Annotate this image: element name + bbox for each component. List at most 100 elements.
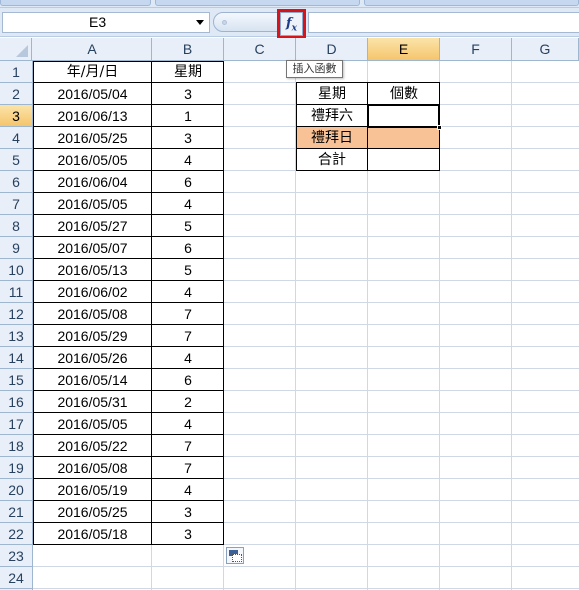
paste-options-icon[interactable]: [226, 547, 244, 564]
row-header-2[interactable]: 2: [0, 83, 32, 105]
fill-handle[interactable]: [437, 125, 442, 130]
row-header-15[interactable]: 15: [0, 369, 32, 391]
column-header-g[interactable]: G: [512, 38, 579, 60]
summary-row-label[interactable]: 禮拜日: [296, 127, 368, 149]
table-row-date[interactable]: 2016/05/19: [33, 479, 152, 501]
row-header-22[interactable]: 22: [0, 523, 32, 545]
table-row-date[interactable]: 2016/05/18: [33, 523, 152, 545]
table-row-weekday[interactable]: 6: [152, 369, 224, 391]
row-header-3[interactable]: 3: [0, 105, 32, 127]
row-header-17[interactable]: 17: [0, 413, 32, 435]
row-header-24[interactable]: 24: [0, 567, 32, 589]
ribbon-group-2[interactable]: [155, 0, 360, 6]
table-row-date[interactable]: 2016/05/13: [33, 259, 152, 281]
select-all-button[interactable]: [0, 38, 32, 60]
table-row-weekday[interactable]: 7: [152, 457, 224, 479]
table-row-date[interactable]: 2016/05/26: [33, 347, 152, 369]
table-row-weekday[interactable]: 4: [152, 347, 224, 369]
table-row-weekday[interactable]: 3: [152, 523, 224, 545]
table-row-weekday[interactable]: 3: [152, 127, 224, 149]
summary-header-weekday[interactable]: 星期: [296, 83, 368, 105]
row-header-8[interactable]: 8: [0, 215, 32, 237]
table-row-weekday[interactable]: 5: [152, 215, 224, 237]
summary-row-count[interactable]: [368, 127, 440, 149]
table-row-weekday[interactable]: 2: [152, 391, 224, 413]
table-row-weekday[interactable]: 4: [152, 149, 224, 171]
row-header-13[interactable]: 13: [0, 325, 32, 347]
insert-function-button[interactable]: fx: [280, 12, 303, 36]
table-row-date[interactable]: 2016/05/29: [33, 325, 152, 347]
column-header-a[interactable]: A: [33, 38, 152, 60]
summary-row-label[interactable]: 禮拜六: [296, 105, 368, 127]
table-row-date[interactable]: 2016/06/04: [33, 171, 152, 193]
column-header-d[interactable]: D: [296, 38, 368, 60]
grip-icon: [222, 20, 227, 25]
table-row-weekday[interactable]: 4: [152, 281, 224, 303]
gridline: [33, 566, 579, 567]
name-box[interactable]: E3: [2, 12, 210, 33]
ribbon-group-3[interactable]: [364, 0, 579, 6]
row-header-21[interactable]: 21: [0, 501, 32, 523]
table-row-date[interactable]: 2016/05/31: [33, 391, 152, 413]
table-row-weekday[interactable]: 1: [152, 105, 224, 127]
active-cell-E3[interactable]: [367, 104, 440, 128]
row-header-18[interactable]: 18: [0, 435, 32, 457]
row-header-4[interactable]: 4: [0, 127, 32, 149]
ribbon-group-1[interactable]: [0, 0, 151, 6]
table-row-weekday[interactable]: 5: [152, 259, 224, 281]
row-header-6[interactable]: 6: [0, 171, 32, 193]
table-row-weekday[interactable]: 4: [152, 193, 224, 215]
summary-total-value[interactable]: [368, 149, 440, 171]
cell-border: [33, 126, 224, 127]
row-header-20[interactable]: 20: [0, 479, 32, 501]
chevron-down-icon[interactable]: [196, 20, 204, 25]
table-row-date[interactable]: 2016/05/08: [33, 457, 152, 479]
row-header-7[interactable]: 7: [0, 193, 32, 215]
table-row-date[interactable]: 2016/05/14: [33, 369, 152, 391]
worksheet-grid[interactable]: 年/月/日 星期 2016/05/04 3 2016/06/13 1 2016/05/25 3…: [33, 61, 579, 590]
row-header-10[interactable]: 10: [0, 259, 32, 281]
row-header-1[interactable]: 1: [0, 61, 32, 83]
row-header-5[interactable]: 5: [0, 149, 32, 171]
table-row-date[interactable]: 2016/05/05: [33, 193, 152, 215]
table-row-weekday[interactable]: 3: [152, 83, 224, 105]
cell-border: [33, 148, 224, 149]
table-row-date[interactable]: 2016/05/04: [33, 83, 152, 105]
row-header-9[interactable]: 9: [0, 237, 32, 259]
table-row-date[interactable]: 2016/05/07: [33, 237, 152, 259]
table-row-weekday[interactable]: 7: [152, 325, 224, 347]
table-row-weekday[interactable]: 6: [152, 171, 224, 193]
summary-header-count[interactable]: 個數: [368, 83, 440, 105]
row-header-12[interactable]: 12: [0, 303, 32, 325]
column-header-e[interactable]: E: [368, 38, 440, 60]
table-row-date[interactable]: 2016/05/08: [33, 303, 152, 325]
cell-border: [223, 61, 224, 545]
column-header-c[interactable]: C: [224, 38, 296, 60]
table-row-weekday[interactable]: 3: [152, 501, 224, 523]
table-row-weekday[interactable]: 4: [152, 413, 224, 435]
table-row-date[interactable]: 2016/05/05: [33, 149, 152, 171]
table-row-weekday[interactable]: 4: [152, 479, 224, 501]
table-row-date[interactable]: 2016/05/05: [33, 413, 152, 435]
row-header-16[interactable]: 16: [0, 391, 32, 413]
row-header-23[interactable]: 23: [0, 545, 32, 567]
formula-input[interactable]: [308, 12, 579, 33]
summary-total-label[interactable]: 合計: [296, 149, 368, 171]
column-header-f[interactable]: F: [440, 38, 512, 60]
header-weekday[interactable]: 星期: [152, 61, 224, 83]
table-row-weekday[interactable]: 7: [152, 303, 224, 325]
table-row-weekday[interactable]: 7: [152, 435, 224, 457]
row-header-14[interactable]: 14: [0, 347, 32, 369]
table-row-date[interactable]: 2016/05/22: [33, 435, 152, 457]
table-row-date[interactable]: 2016/06/13: [33, 105, 152, 127]
row-header-11[interactable]: 11: [0, 281, 32, 303]
select-all-icon: [16, 45, 28, 57]
table-row-date[interactable]: 2016/05/25: [33, 127, 152, 149]
table-row-date[interactable]: 2016/06/02: [33, 281, 152, 303]
row-header-19[interactable]: 19: [0, 457, 32, 479]
header-date[interactable]: 年/月/日: [33, 61, 152, 83]
table-row-date[interactable]: 2016/05/27: [33, 215, 152, 237]
table-row-date[interactable]: 2016/05/25: [33, 501, 152, 523]
table-row-weekday[interactable]: 6: [152, 237, 224, 259]
column-header-b[interactable]: B: [152, 38, 224, 60]
